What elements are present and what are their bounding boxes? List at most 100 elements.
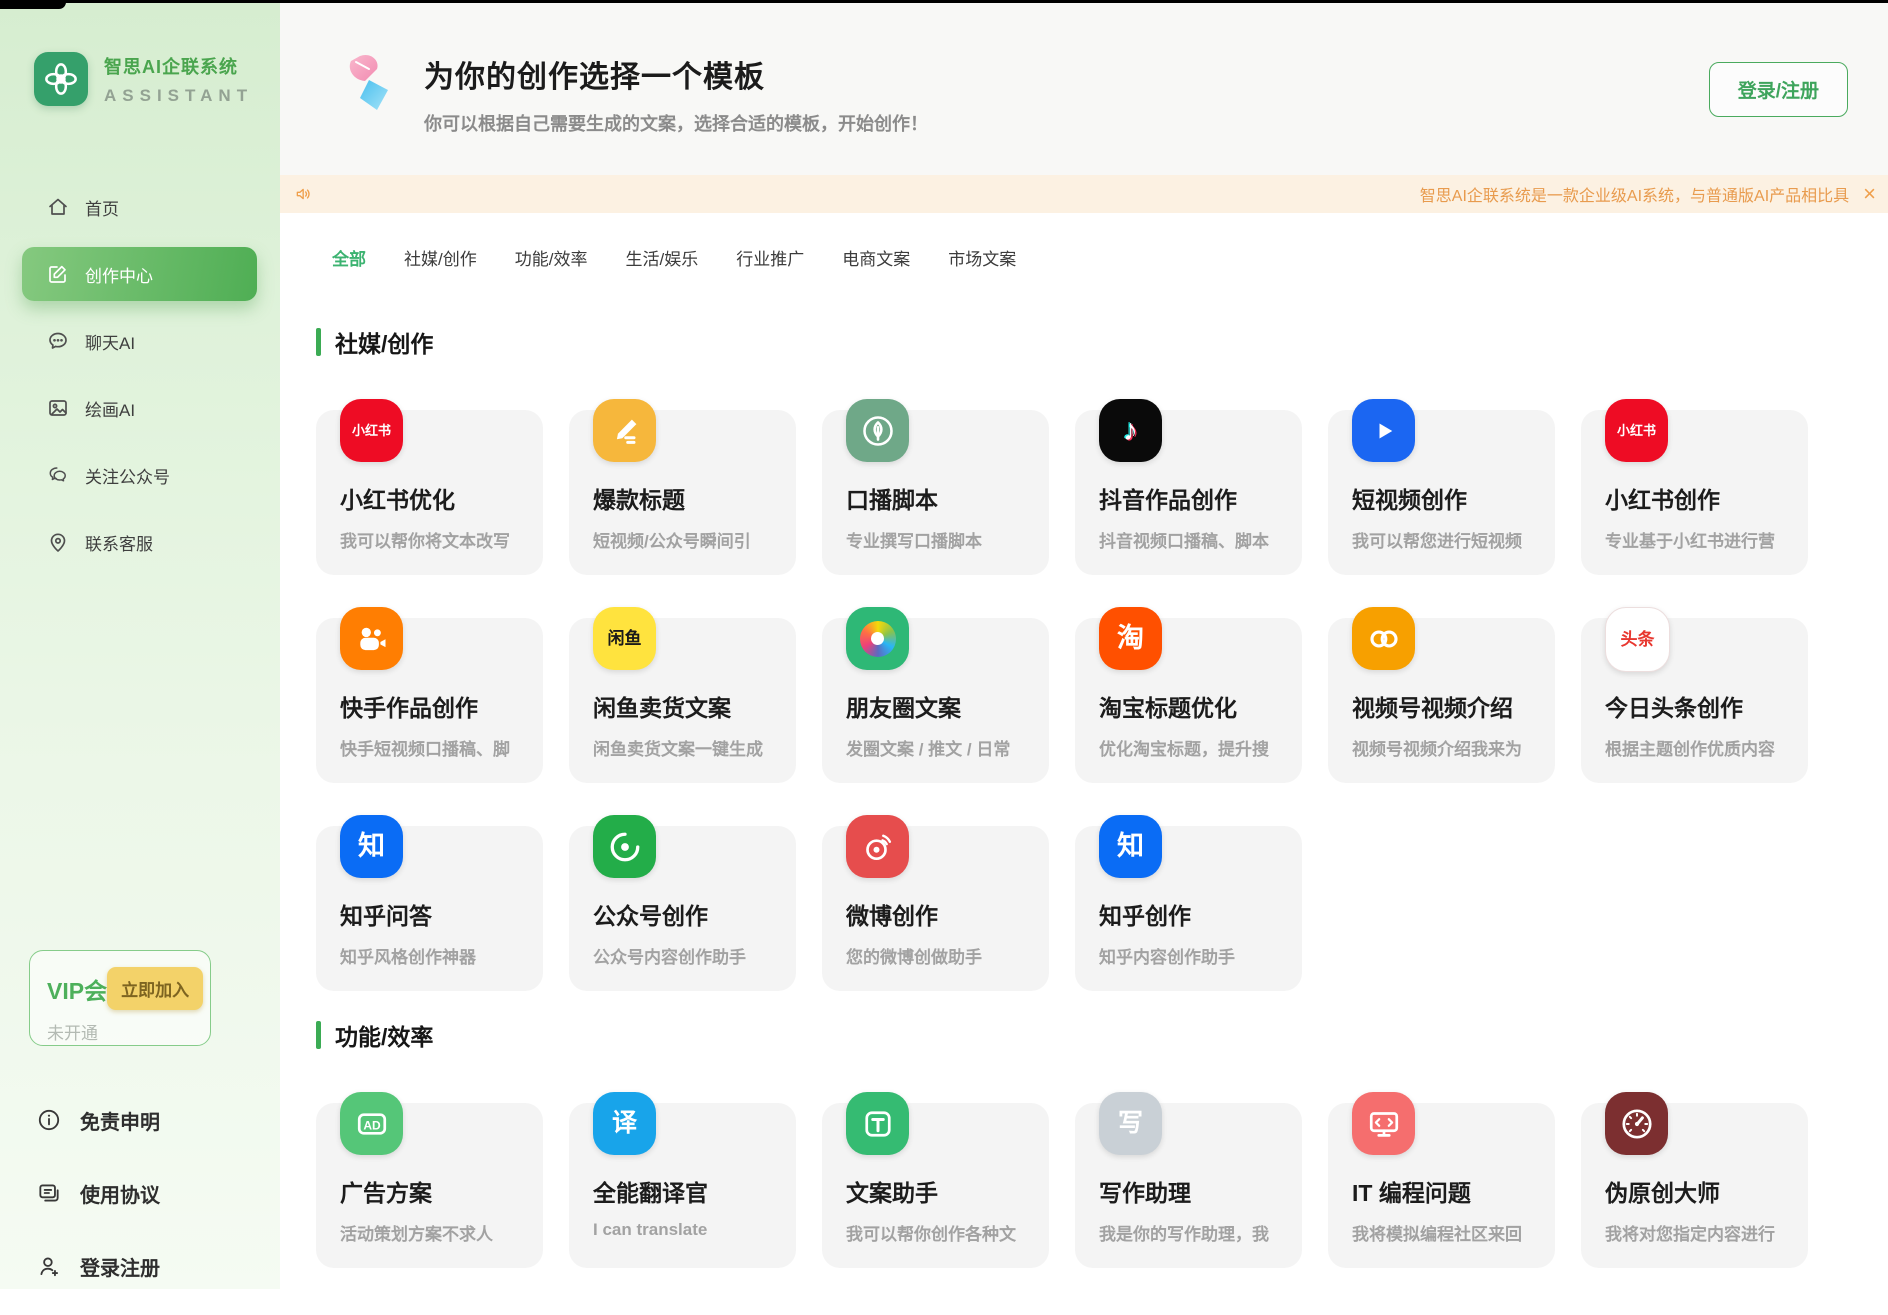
- sidebar-item-创作中心[interactable]: 创作中心: [22, 247, 257, 301]
- svg-text:AD: AD: [363, 1118, 381, 1132]
- menu-label: 联系客服: [85, 534, 153, 554]
- gauge-icon: [1605, 1092, 1668, 1155]
- toutiao-icon: 头条: [1605, 607, 1670, 672]
- announcement-close-icon[interactable]: ×: [1861, 183, 1878, 205]
- location-pin-icon: [46, 530, 70, 554]
- card-title: 微博创作: [846, 903, 938, 929]
- header-text: 为你的创作选择一个模板 你可以根据自己需要生成的文案，选择合适的模板，开始创作！: [424, 52, 928, 175]
- card-全能翻译官[interactable]: 译 全能翻译官 I can translate: [569, 1092, 796, 1268]
- card-写作助理[interactable]: 写 写作助理 我是你的写作助理，我: [1075, 1092, 1302, 1268]
- card-IT 编程问题[interactable]: IT 编程问题 我将模拟编程社区来回: [1328, 1092, 1555, 1268]
- menu-label: 绘画AI: [85, 400, 136, 420]
- sidebar-footer-item-使用协议[interactable]: 使用协议: [36, 1169, 160, 1217]
- tab-社媒/创作[interactable]: 社媒/创作: [404, 245, 477, 270]
- card-知乎问答[interactable]: 知 知乎问答 知乎风格创作神器: [316, 815, 543, 991]
- card-快手作品创作[interactable]: 快手作品创作 快手短视频口播稿、脚: [316, 607, 543, 783]
- card-grid: AD 广告方案 活动策划方案不求人 译 全能翻译官 I can translat…: [316, 1092, 1888, 1268]
- card-文案助手[interactable]: 文案助手 我可以帮你创作各种文: [822, 1092, 1049, 1268]
- card-title: 小红书创作: [1605, 487, 1720, 513]
- card-title: 知乎创作: [1099, 903, 1191, 929]
- card-title: 全能翻译官: [593, 1180, 708, 1206]
- chat-icon: [46, 329, 70, 353]
- card-desc: 发圈文案 / 推文 / 日常: [846, 740, 1011, 759]
- sidebar-footer: 免责申明 使用协议 登录注册: [36, 1096, 160, 1315]
- card-title: 小红书优化: [340, 487, 455, 513]
- card-desc: 知乎内容创作助手: [1099, 948, 1235, 967]
- menu-label: 关注公众号: [85, 467, 170, 487]
- t-letter-icon: [846, 1092, 909, 1155]
- card-desc: 视频号视频介绍我来为: [1352, 740, 1522, 759]
- login-register-button[interactable]: 登录/注册: [1708, 62, 1848, 117]
- card-淘宝标题优化[interactable]: 淘 淘宝标题优化 优化淘宝标题，提升搜: [1075, 607, 1302, 783]
- card-desc: 抖音视频口播稿、脚本: [1099, 532, 1269, 551]
- card-title: 今日头条创作: [1605, 695, 1743, 721]
- card-伪原创大师[interactable]: 伪原创大师 我将对您指定内容进行: [1581, 1092, 1808, 1268]
- card-今日头条创作[interactable]: 头条 今日头条创作 根据主题创作优质内容: [1581, 607, 1808, 783]
- card-desc: I can translate: [593, 1220, 708, 1239]
- card-小红书优化[interactable]: 小红书 小红书优化 我可以帮你将文本改写: [316, 399, 543, 575]
- card-广告方案[interactable]: AD 广告方案 活动策划方案不求人: [316, 1092, 543, 1268]
- weibo-icon: [846, 815, 909, 878]
- app-root: 智思AI企联系统 ASSISTANT 首页 创作中心 聊天AI 绘画AI 关注公…: [0, 0, 1888, 1289]
- taobao-icon: 淘: [1099, 607, 1162, 670]
- xianyu-icon: 闲鱼: [593, 607, 656, 670]
- card-desc: 闲鱼卖货文案一键生成: [593, 740, 763, 759]
- card-desc: 快手短视频口播稿、脚: [340, 740, 510, 759]
- sidebar-footer-item-登录注册[interactable]: 登录注册: [36, 1242, 160, 1290]
- sidebar-item-首页[interactable]: 首页: [22, 180, 257, 234]
- section-title: 功能/效率: [335, 1024, 434, 1050]
- vip-title: VIP会: [47, 977, 108, 1004]
- card-微博创作[interactable]: 微博创作 您的微博创做助手: [822, 815, 1049, 991]
- page-subtitle: 你可以根据自己需要生成的文案，选择合适的模板，开始创作！: [424, 114, 928, 134]
- card-title: 文案助手: [846, 1180, 938, 1206]
- tab-电商文案[interactable]: 电商文案: [842, 245, 910, 270]
- card-desc: 活动策划方案不求人: [340, 1225, 493, 1244]
- card-desc: 根据主题创作优质内容: [1605, 740, 1775, 759]
- tab-生活/娱乐[interactable]: 生活/娱乐: [625, 245, 698, 270]
- tab-功能/效率[interactable]: 功能/效率: [515, 245, 588, 270]
- card-闲鱼卖货文案[interactable]: 闲鱼 闲鱼卖货文案 闲鱼卖货文案一键生成: [569, 607, 796, 783]
- card-grid: 小红书 小红书优化 我可以帮你将文本改写 爆款标题 短视频/公众号瞬间引 口播脚…: [316, 399, 1888, 991]
- info-icon: [36, 1107, 62, 1133]
- content: 全部 社媒/创作 功能/效率 生活/娱乐 行业推广 电商文案 市场文案 社媒/创作 小红书 …: [280, 245, 1888, 1268]
- tab-行业推广[interactable]: 行业推广: [736, 245, 804, 270]
- card-朋友圈文案[interactable]: 朋友圈文案 发圈文案 / 推文 / 日常: [822, 607, 1049, 783]
- brand-title: 智思AI企联系统: [104, 56, 238, 77]
- card-title: 短视频创作: [1352, 487, 1467, 513]
- tab-市场文案[interactable]: 市场文案: [948, 245, 1016, 270]
- card-desc: 您的微博创做助手: [846, 948, 982, 967]
- card-短视频创作[interactable]: 短视频创作 我可以帮您进行短视频: [1328, 399, 1555, 575]
- main-area: 为你的创作选择一个模板 你可以根据自己需要生成的文案，选择合适的模板，开始创作！…: [280, 0, 1888, 1289]
- vip-join-button[interactable]: 立即加入: [107, 967, 204, 1010]
- page-title: 为你的创作选择一个模板: [424, 61, 765, 94]
- sidebar-item-联系客服[interactable]: 联系客服: [22, 515, 257, 569]
- card-抖音作品创作[interactable]: ♪ 抖音作品创作 抖音视频口播稿、脚本: [1075, 399, 1302, 575]
- brand-subtitle: ASSISTANT: [104, 85, 254, 105]
- monitor-icon: [1352, 1092, 1415, 1155]
- card-desc: 专业基于小红书进行营: [1605, 532, 1775, 551]
- card-desc: 我将对您指定内容进行: [1605, 1225, 1775, 1244]
- section-社媒/创作: 社媒/创作 小红书 小红书优化 我可以帮你将文本改写 爆款标题 短视频/公众号瞬…: [316, 328, 1888, 991]
- write-icon: 写: [1099, 1092, 1162, 1155]
- card-知乎创作[interactable]: 知 知乎创作 知乎内容创作助手: [1075, 815, 1302, 991]
- speaker-icon: [294, 184, 314, 204]
- tab-全部[interactable]: 全部: [332, 245, 366, 270]
- card-小红书创作[interactable]: 小红书 小红书创作 专业基于小红书进行营: [1581, 399, 1808, 575]
- kuaishou-icon: [340, 607, 403, 670]
- sidebar-item-聊天AI[interactable]: 聊天AI: [22, 314, 257, 368]
- user-add-icon: [36, 1253, 62, 1279]
- brand: 智思AI企联系统 ASSISTANT: [0, 0, 280, 106]
- sidebar-footer-item-免责申明[interactable]: 免责申明: [36, 1096, 160, 1144]
- card-爆款标题[interactable]: 爆款标题 短视频/公众号瞬间引: [569, 399, 796, 575]
- sidebar-item-关注公众号[interactable]: 关注公众号: [22, 448, 257, 502]
- card-title: 爆款标题: [593, 487, 685, 513]
- sidebar-item-绘画AI[interactable]: 绘画AI: [22, 381, 257, 435]
- card-title: 朋友圈文案: [846, 695, 961, 721]
- footer-label: 免责申明: [80, 1111, 160, 1134]
- card-口播脚本[interactable]: 口播脚本 专业撰写口播脚本: [822, 399, 1049, 575]
- card-desc: 公众号内容创作助手: [593, 948, 746, 967]
- card-公众号创作[interactable]: 公众号创作 公众号内容创作助手: [569, 815, 796, 991]
- announcement-text: 智思AI企联系统是一款企业级AI系统，与普通版AI产品相比具: [1419, 188, 1850, 205]
- card-视频号视频介绍[interactable]: 视频号视频介绍 视频号视频介绍我来为: [1328, 607, 1555, 783]
- vip-card: VIP会 立即加入 未开通: [29, 950, 211, 1046]
